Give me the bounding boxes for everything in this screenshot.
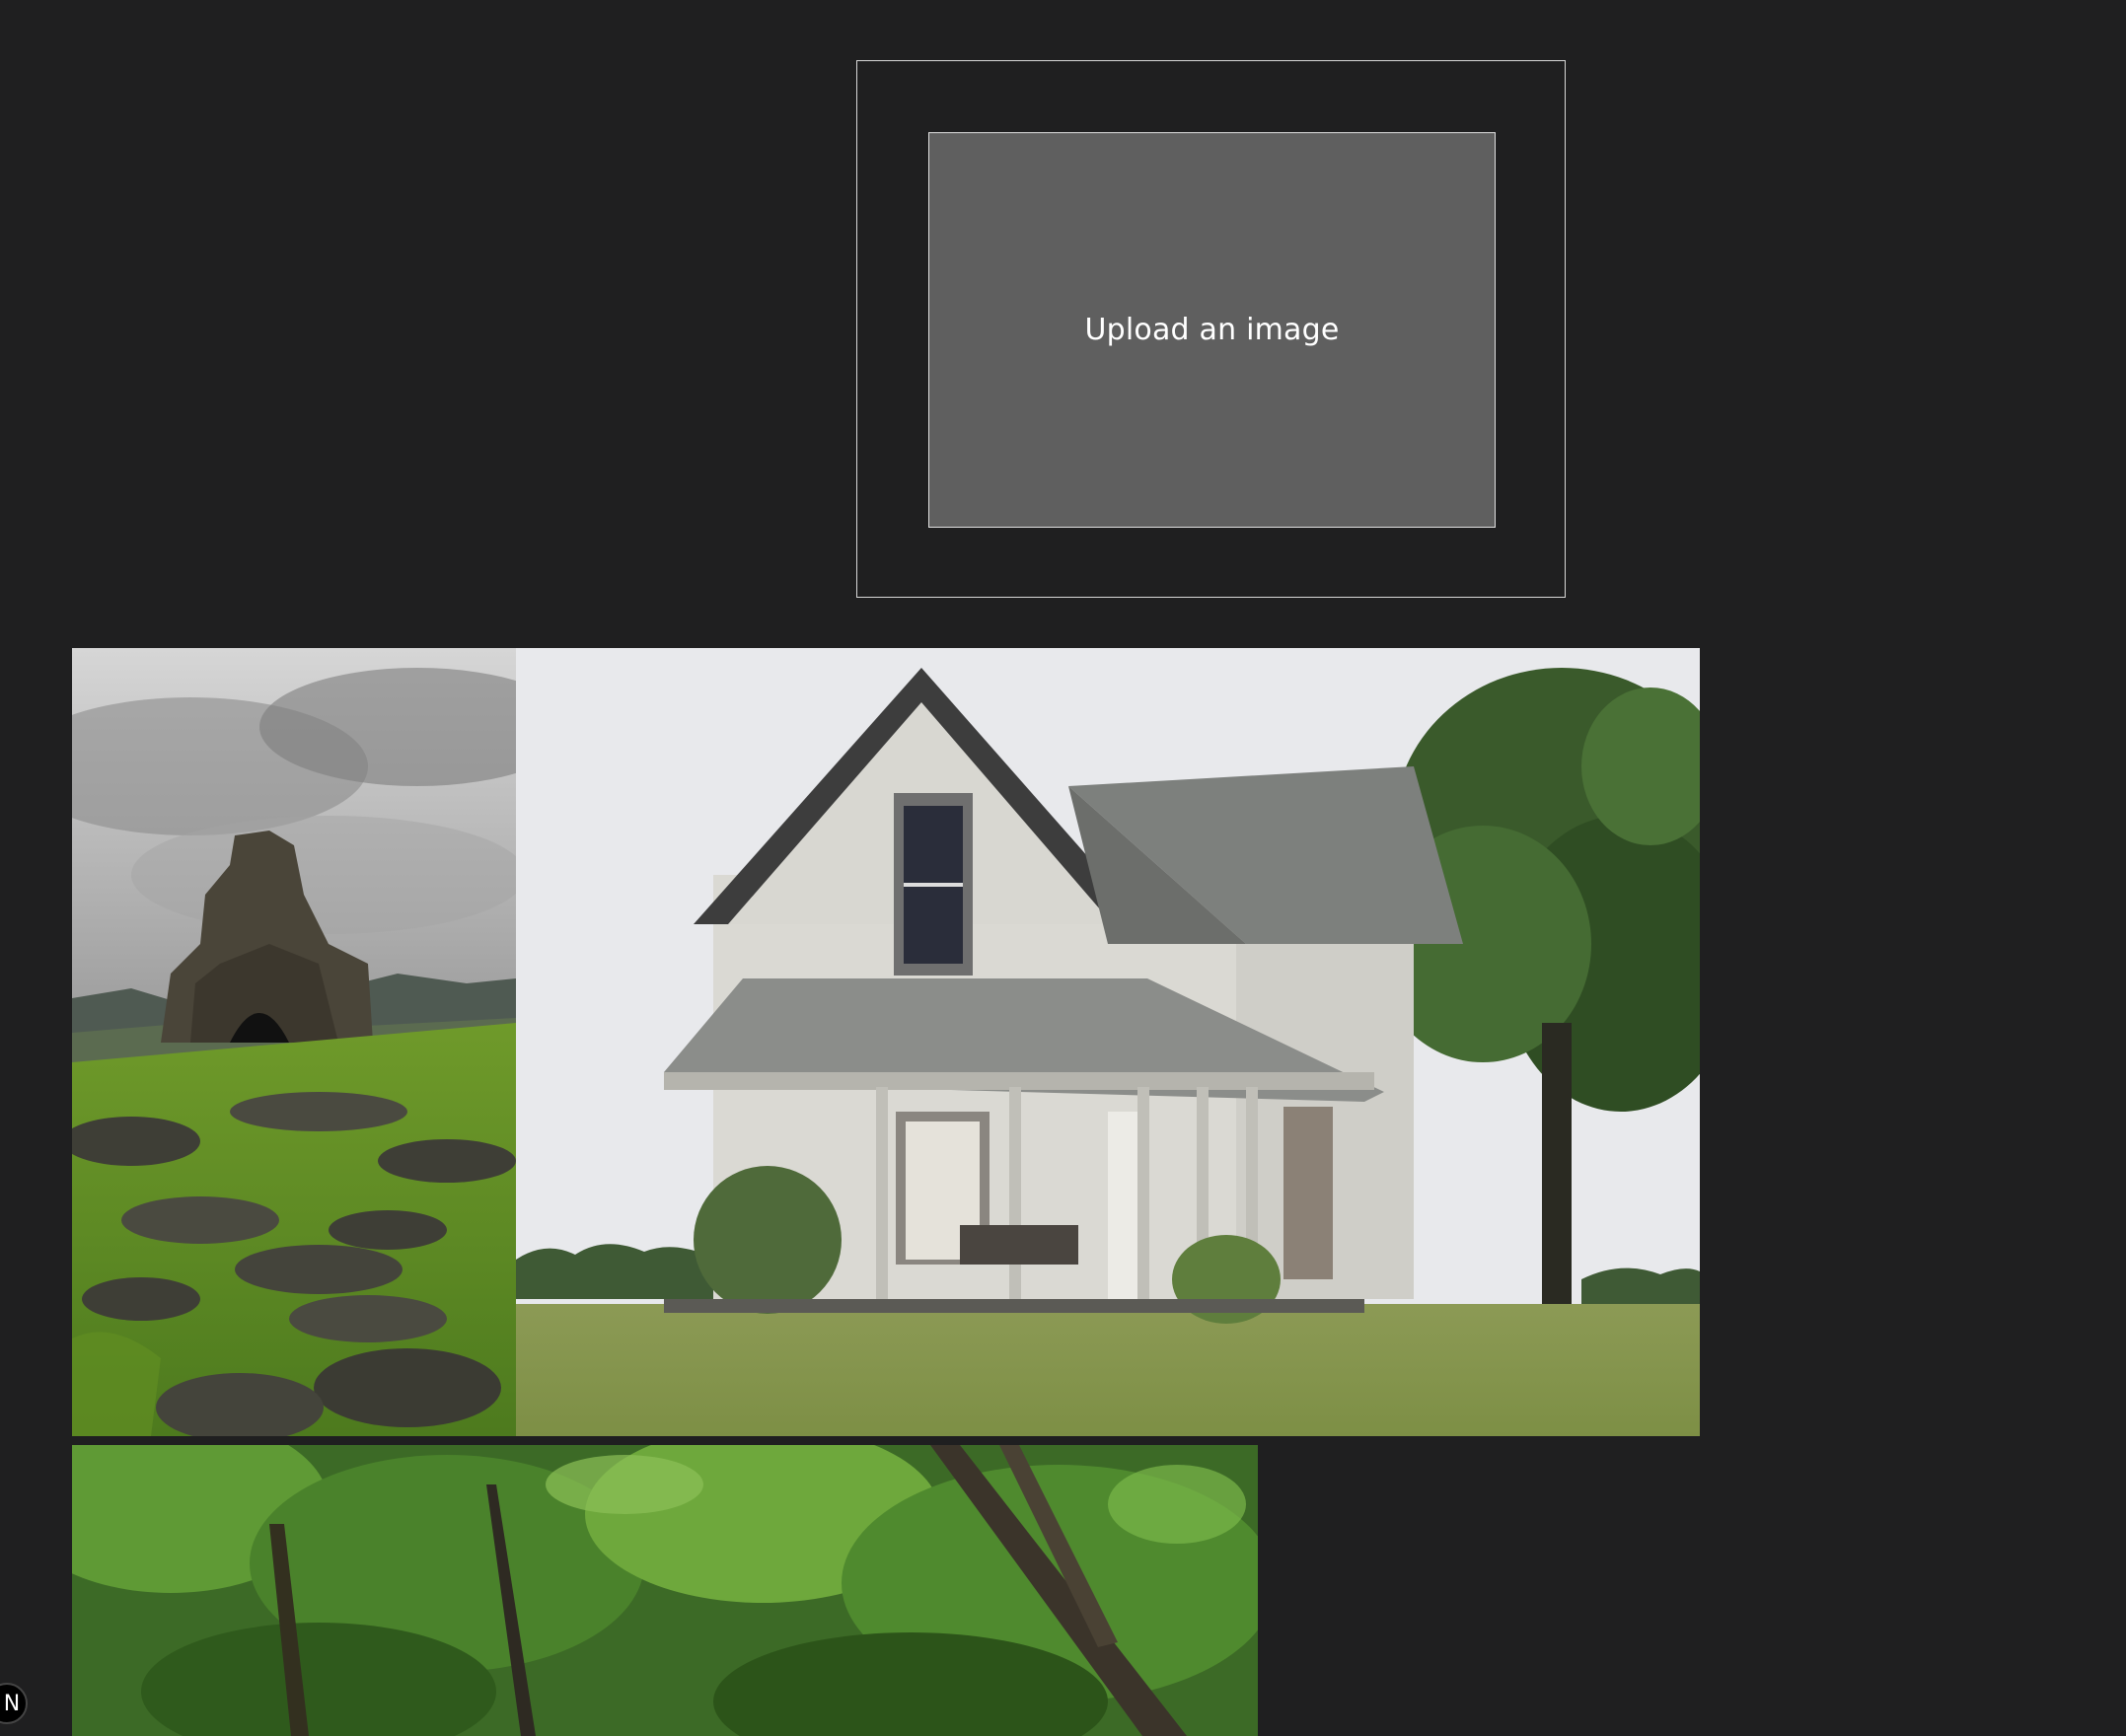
upload-label: Upload an image <box>1084 313 1340 347</box>
gallery-image-forest[interactable] <box>72 1445 1258 1736</box>
temple-image <box>72 648 516 1436</box>
gallery-image-house[interactable] <box>516 648 1700 1436</box>
gallery-image-temple[interactable] <box>72 648 516 1436</box>
house-image <box>516 648 1700 1436</box>
upload-image-button[interactable]: Upload an image <box>928 132 1496 528</box>
forest-image <box>72 1445 1258 1736</box>
dev-tools-badge[interactable]: N <box>0 1683 28 1724</box>
dev-badge-letter: N <box>3 1691 21 1716</box>
